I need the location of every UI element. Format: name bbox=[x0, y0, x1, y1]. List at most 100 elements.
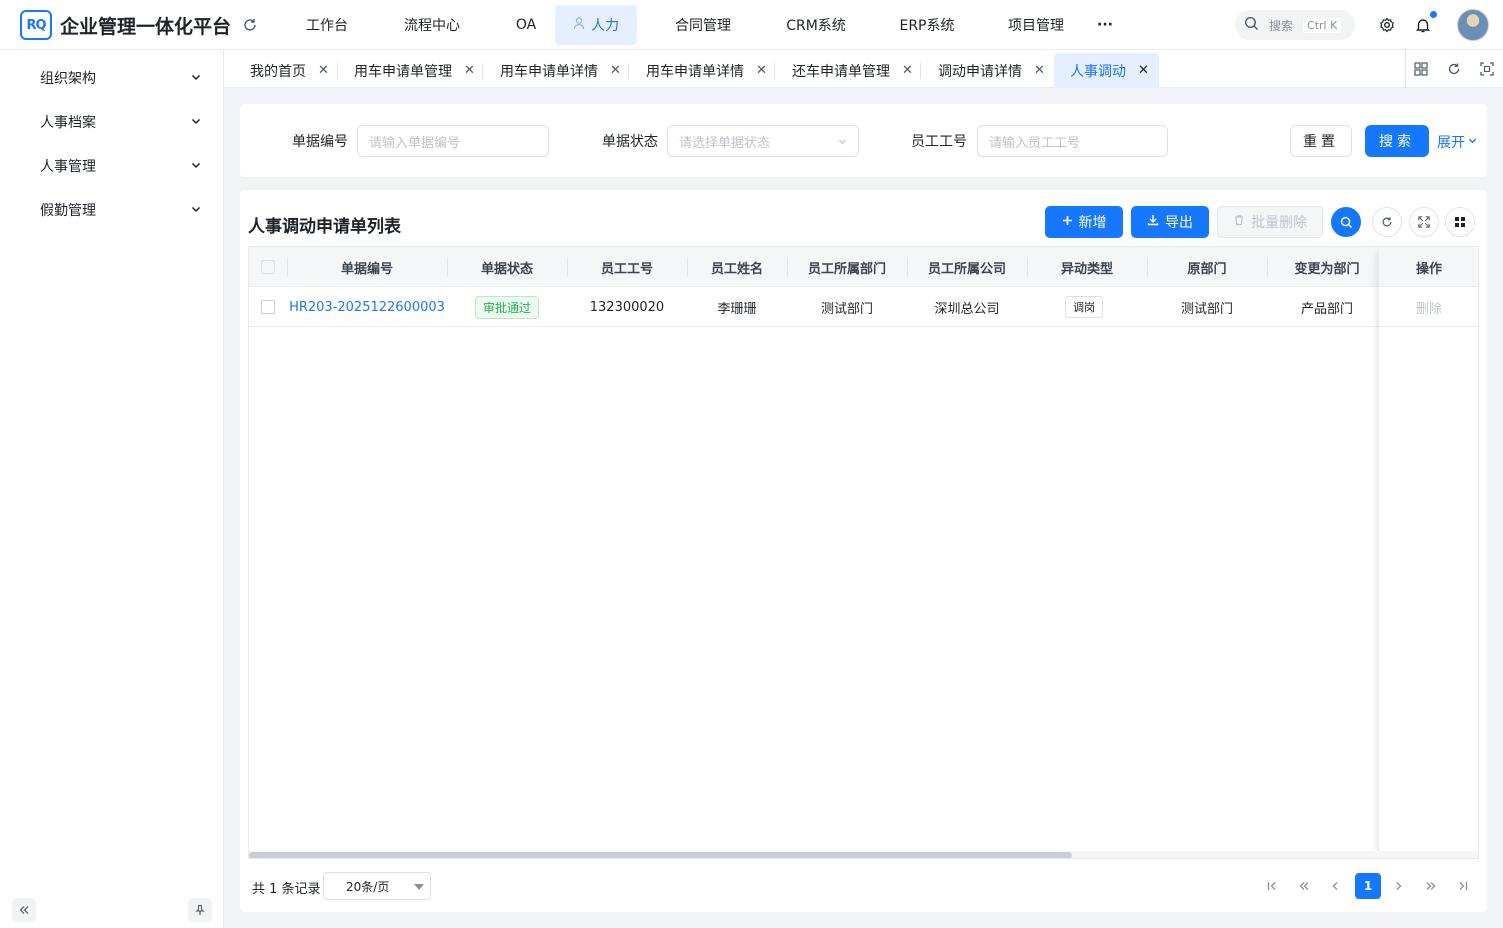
tab-label: 还车申请单管理 bbox=[792, 63, 890, 80]
nav-project[interactable]: 项目管理 bbox=[998, 5, 1074, 45]
close-icon[interactable]: ✕ bbox=[1138, 63, 1149, 78]
company-cell: 深圳总公司 bbox=[934, 301, 1000, 317]
col-doc-no[interactable]: 单据编号 bbox=[287, 247, 447, 287]
col-company[interactable]: 员工所属公司 bbox=[907, 247, 1027, 287]
change-type-tag: 调岗 bbox=[1065, 296, 1103, 318]
sidebar-item-hr-management[interactable]: 人事管理 bbox=[0, 144, 223, 188]
doc-no-input[interactable]: 请输入单据编号 bbox=[357, 125, 549, 157]
batch-delete-button[interactable]: 批量删除 bbox=[1217, 206, 1323, 238]
tab-tools-divider bbox=[1405, 50, 1406, 88]
nav-process-center[interactable]: 流程中心 bbox=[392, 5, 472, 45]
nav-oa[interactable]: OA bbox=[505, 5, 547, 45]
emp-no-input[interactable]: 请输入员工工号 bbox=[977, 125, 1168, 157]
settings-gear-icon[interactable] bbox=[1377, 15, 1397, 35]
next-five-pages-icon[interactable] bbox=[1418, 873, 1444, 899]
page-size-value: 20条/页 bbox=[346, 879, 390, 894]
data-table: 单据编号 单据状态 员工工号 员工姓名 员工所属部门 员工所属公司 异动类型 原… bbox=[248, 246, 1479, 859]
status-select-placeholder: 请选择单据状态 bbox=[679, 135, 771, 151]
reload-tab-icon[interactable] bbox=[1445, 60, 1463, 78]
row-checkbox[interactable] bbox=[261, 300, 275, 314]
col-status[interactable]: 单据状态 bbox=[447, 247, 567, 287]
person-icon bbox=[573, 16, 587, 34]
top-bar: RQ 企业管理一体化平台 工作台 流程中心 OA 人力 合同管理 CRM系统 E… bbox=[0, 0, 1503, 50]
fullscreen-table-icon[interactable] bbox=[1409, 207, 1439, 237]
last-page-icon[interactable] bbox=[1450, 873, 1476, 899]
nav-workbench[interactable]: 工作台 bbox=[296, 5, 358, 45]
pin-icon[interactable] bbox=[188, 898, 212, 922]
tab-car-application-detail[interactable]: 用车申请单详情 ✕ bbox=[474, 53, 631, 88]
download-icon bbox=[1147, 214, 1159, 230]
table-card: 人事调动申请单列表 新增 导出 批量删除 单据编号 单据状态 员工工号 员工姓名 bbox=[240, 190, 1487, 912]
tab-label: 用车申请单管理 bbox=[354, 63, 452, 80]
nav-more[interactable]: ··· bbox=[1090, 5, 1120, 45]
grid-apps-icon[interactable] bbox=[1412, 60, 1430, 78]
expand-button[interactable]: 展开 bbox=[1437, 132, 1478, 152]
emp-no-cell: 132300020 bbox=[589, 299, 665, 315]
col-emp-no[interactable]: 员工工号 bbox=[567, 247, 687, 287]
chevron-down-icon bbox=[190, 71, 202, 87]
table-title: 人事调动申请单列表 bbox=[248, 217, 401, 237]
col-action: 操作 bbox=[1415, 261, 1442, 277]
app-logo: RQ bbox=[20, 10, 52, 40]
tab-transfer-detail[interactable]: 调动申请详情 ✕ bbox=[912, 53, 1055, 88]
tab-car-application-detail-2[interactable]: 用车申请单详情 ✕ bbox=[620, 53, 777, 88]
col-dept[interactable]: 员工所属部门 bbox=[787, 247, 907, 287]
col-change-type[interactable]: 异动类型 bbox=[1027, 247, 1147, 287]
tab-car-application-mgmt[interactable]: 用车申请单管理 ✕ bbox=[328, 53, 485, 88]
nav-crm[interactable]: CRM系统 bbox=[776, 5, 856, 45]
sidebar-item-label: 组织架构 bbox=[40, 71, 96, 87]
sidebar-item-label: 假勤管理 bbox=[40, 203, 96, 219]
status-select[interactable]: 请选择单据状态 bbox=[667, 125, 859, 157]
chevron-down-icon bbox=[190, 203, 202, 219]
reset-button[interactable]: 重置 bbox=[1290, 125, 1352, 157]
refresh-table-icon[interactable] bbox=[1372, 207, 1402, 237]
doc-no-label: 单据编号 bbox=[292, 134, 348, 150]
add-button[interactable]: 新增 bbox=[1045, 206, 1123, 238]
first-page-icon[interactable] bbox=[1259, 873, 1285, 899]
expand-label: 展开 bbox=[1437, 135, 1465, 151]
page-number-current[interactable]: 1 bbox=[1355, 873, 1381, 899]
add-label: 新增 bbox=[1078, 215, 1107, 231]
status-badge: 审批通过 bbox=[474, 295, 539, 319]
tab-home[interactable]: 我的首页 ✕ bbox=[224, 53, 339, 88]
col-orig-dept[interactable]: 原部门 bbox=[1147, 247, 1267, 287]
fullscreen-icon[interactable] bbox=[1478, 60, 1496, 78]
dept-cell: 测试部门 bbox=[820, 301, 873, 317]
search-button[interactable]: 搜索 bbox=[1365, 125, 1429, 157]
next-page-icon[interactable] bbox=[1386, 873, 1412, 899]
col-new-dept[interactable]: 变更为部门 bbox=[1267, 247, 1387, 287]
scrollbar-thumb[interactable] bbox=[249, 852, 1072, 858]
column-settings-icon[interactable] bbox=[1445, 207, 1475, 237]
page-size-select[interactable]: 20条/页 bbox=[323, 872, 431, 900]
col-emp-name[interactable]: 员工姓名 bbox=[687, 247, 787, 287]
export-button[interactable]: 导出 bbox=[1131, 206, 1209, 238]
bell-icon[interactable] bbox=[1413, 15, 1433, 35]
global-search[interactable]: 搜索 Ctrl K bbox=[1235, 10, 1355, 40]
prev-five-pages-icon[interactable] bbox=[1291, 873, 1317, 899]
orig-dept-cell: 测试部门 bbox=[1180, 301, 1233, 317]
doc-no-link[interactable]: HR203-2025122600003 bbox=[287, 287, 447, 327]
chevron-down-icon bbox=[190, 159, 202, 175]
toggle-search-icon[interactable] bbox=[1331, 207, 1361, 237]
tab-hr-transfer[interactable]: 人事调动 ✕ bbox=[1054, 53, 1159, 88]
status-label: 单据状态 bbox=[602, 134, 658, 150]
close-icon[interactable]: ✕ bbox=[1034, 63, 1045, 78]
delete-link[interactable]: 删除 bbox=[1416, 298, 1442, 317]
chevron-down-icon bbox=[190, 115, 202, 131]
sidebar-item-org[interactable]: 组织架构 bbox=[0, 56, 223, 100]
user-avatar[interactable] bbox=[1457, 9, 1489, 41]
sidebar-item-leave[interactable]: 假勤管理 bbox=[0, 188, 223, 232]
nav-hr-label: 人力 bbox=[591, 18, 619, 34]
tab-label: 调动申请详情 bbox=[938, 63, 1022, 80]
nav-contract[interactable]: 合同管理 bbox=[665, 5, 741, 45]
tab-car-return-mgmt[interactable]: 还车申请单管理 ✕ bbox=[766, 53, 923, 88]
select-all-checkbox[interactable] bbox=[261, 260, 275, 274]
sidebar-item-archives[interactable]: 人事档案 bbox=[0, 100, 223, 144]
horizontal-scrollbar[interactable] bbox=[249, 851, 1478, 858]
refresh-icon[interactable] bbox=[240, 15, 260, 35]
collapse-sidebar-icon[interactable] bbox=[12, 898, 36, 922]
nav-hr[interactable]: 人力 bbox=[555, 5, 637, 45]
prev-page-icon[interactable] bbox=[1322, 873, 1348, 899]
nav-erp[interactable]: ERP系统 bbox=[891, 5, 963, 45]
action-cell: 删除 bbox=[1378, 287, 1478, 327]
